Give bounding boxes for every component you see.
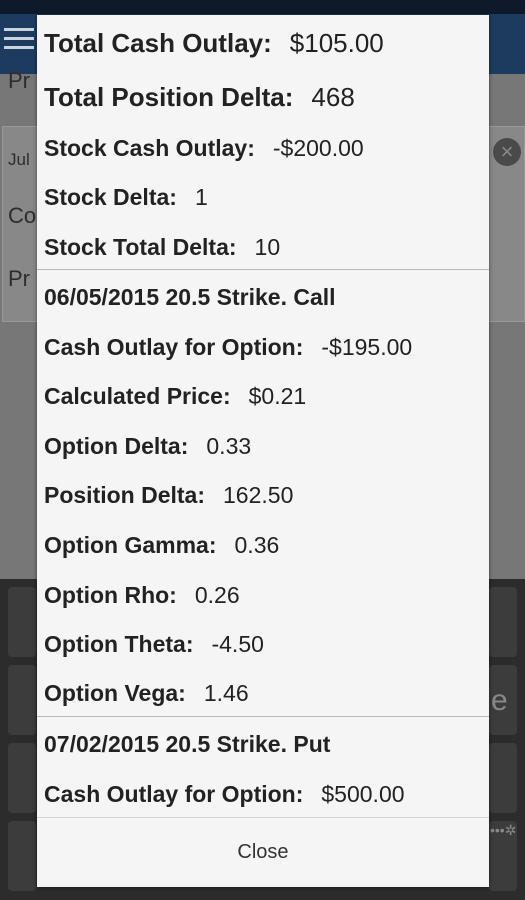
option-row: Calculated Price: $0.21	[44, 382, 306, 410]
total-cash-outlay-row: Total Cash Outlay: $105.00	[44, 27, 384, 59]
menu-icon[interactable]	[4, 28, 34, 50]
keyboard-key[interactable]	[489, 743, 517, 813]
bg-date-field: Jul	[8, 150, 30, 169]
option-heading: 07/02/2015 20.5 Strike. Put	[44, 731, 331, 757]
option-row: Cash Outlay for Option: $500.00	[44, 780, 405, 808]
bg-row-label: Pr	[8, 68, 30, 93]
close-button[interactable]: Close	[37, 817, 489, 887]
row-label: Stock Delta:	[44, 184, 177, 210]
option-row: Option Rho: 0.26	[44, 581, 240, 609]
row-value: -$200.00	[272, 135, 364, 161]
row-value: 0.26	[194, 582, 240, 608]
row-value: 0.33	[206, 433, 252, 459]
row-label: Option Rho:	[44, 582, 177, 608]
row-label: Total Cash Outlay:	[44, 28, 272, 58]
row-value: 0.36	[234, 532, 280, 558]
status-bar	[0, 0, 525, 14]
clear-icon[interactable]: ×	[493, 138, 521, 166]
stock-delta-row: Stock Delta: 1	[44, 183, 208, 211]
row-label: Cash Outlay for Option:	[44, 781, 304, 807]
bg-row-label: Co	[8, 203, 37, 228]
row-value: $0.21	[248, 383, 307, 409]
row-value: 1.46	[203, 680, 249, 706]
section-divider	[37, 716, 489, 717]
row-label: Option Gamma:	[44, 532, 217, 558]
row-label: Option Vega:	[44, 680, 186, 706]
row-value: 10	[254, 234, 281, 260]
row-label: Option Delta:	[44, 433, 189, 459]
keyboard-key[interactable]	[8, 743, 36, 813]
option-row: Option Vega: 1.46	[44, 679, 249, 707]
row-label: Option Theta:	[44, 631, 194, 657]
row-label: Cash Outlay for Option:	[44, 334, 304, 360]
option-row: Position Delta: 162.50	[44, 481, 293, 509]
keyboard-key[interactable]	[8, 821, 36, 891]
total-position-delta-row: Total Position Delta: 468	[44, 81, 355, 113]
greeks-dialog: Total Cash Outlay: $105.00 Total Position…	[37, 15, 489, 887]
row-value: 162.50	[223, 482, 294, 508]
stock-cash-outlay-row: Stock Cash Outlay: -$200.00	[44, 134, 364, 162]
row-label: Total Position Delta:	[44, 82, 294, 112]
row-value: 468	[311, 82, 355, 112]
keyboard-key-label: e	[491, 684, 508, 717]
row-label: Position Delta:	[44, 482, 206, 508]
keyboard-key[interactable]	[8, 665, 36, 735]
section-divider	[37, 269, 489, 270]
row-label: Calculated Price:	[44, 383, 231, 409]
option-row: Option Gamma: 0.36	[44, 531, 279, 559]
row-value: -4.50	[211, 631, 264, 657]
option-heading: 06/05/2015 20.5 Strike. Call	[44, 284, 336, 310]
option-row: Option Delta: 0.33	[44, 432, 251, 460]
bg-row-label: Pr	[8, 266, 30, 291]
keyboard-more-icon: •••✲	[490, 822, 517, 838]
row-value: -$195.00	[321, 334, 413, 360]
row-value: $500.00	[321, 781, 405, 807]
row-label: Stock Total Delta:	[44, 234, 237, 260]
option-row: Cash Outlay for Option: -$195.00	[44, 333, 412, 361]
row-value: 1	[194, 184, 208, 210]
row-label: Stock Cash Outlay:	[44, 135, 255, 161]
keyboard-key[interactable]	[489, 587, 517, 657]
stock-total-delta-row: Stock Total Delta: 10	[44, 233, 280, 261]
row-value: $105.00	[289, 28, 384, 58]
option-row: Option Theta: -4.50	[44, 630, 264, 658]
keyboard-key[interactable]	[8, 587, 36, 657]
